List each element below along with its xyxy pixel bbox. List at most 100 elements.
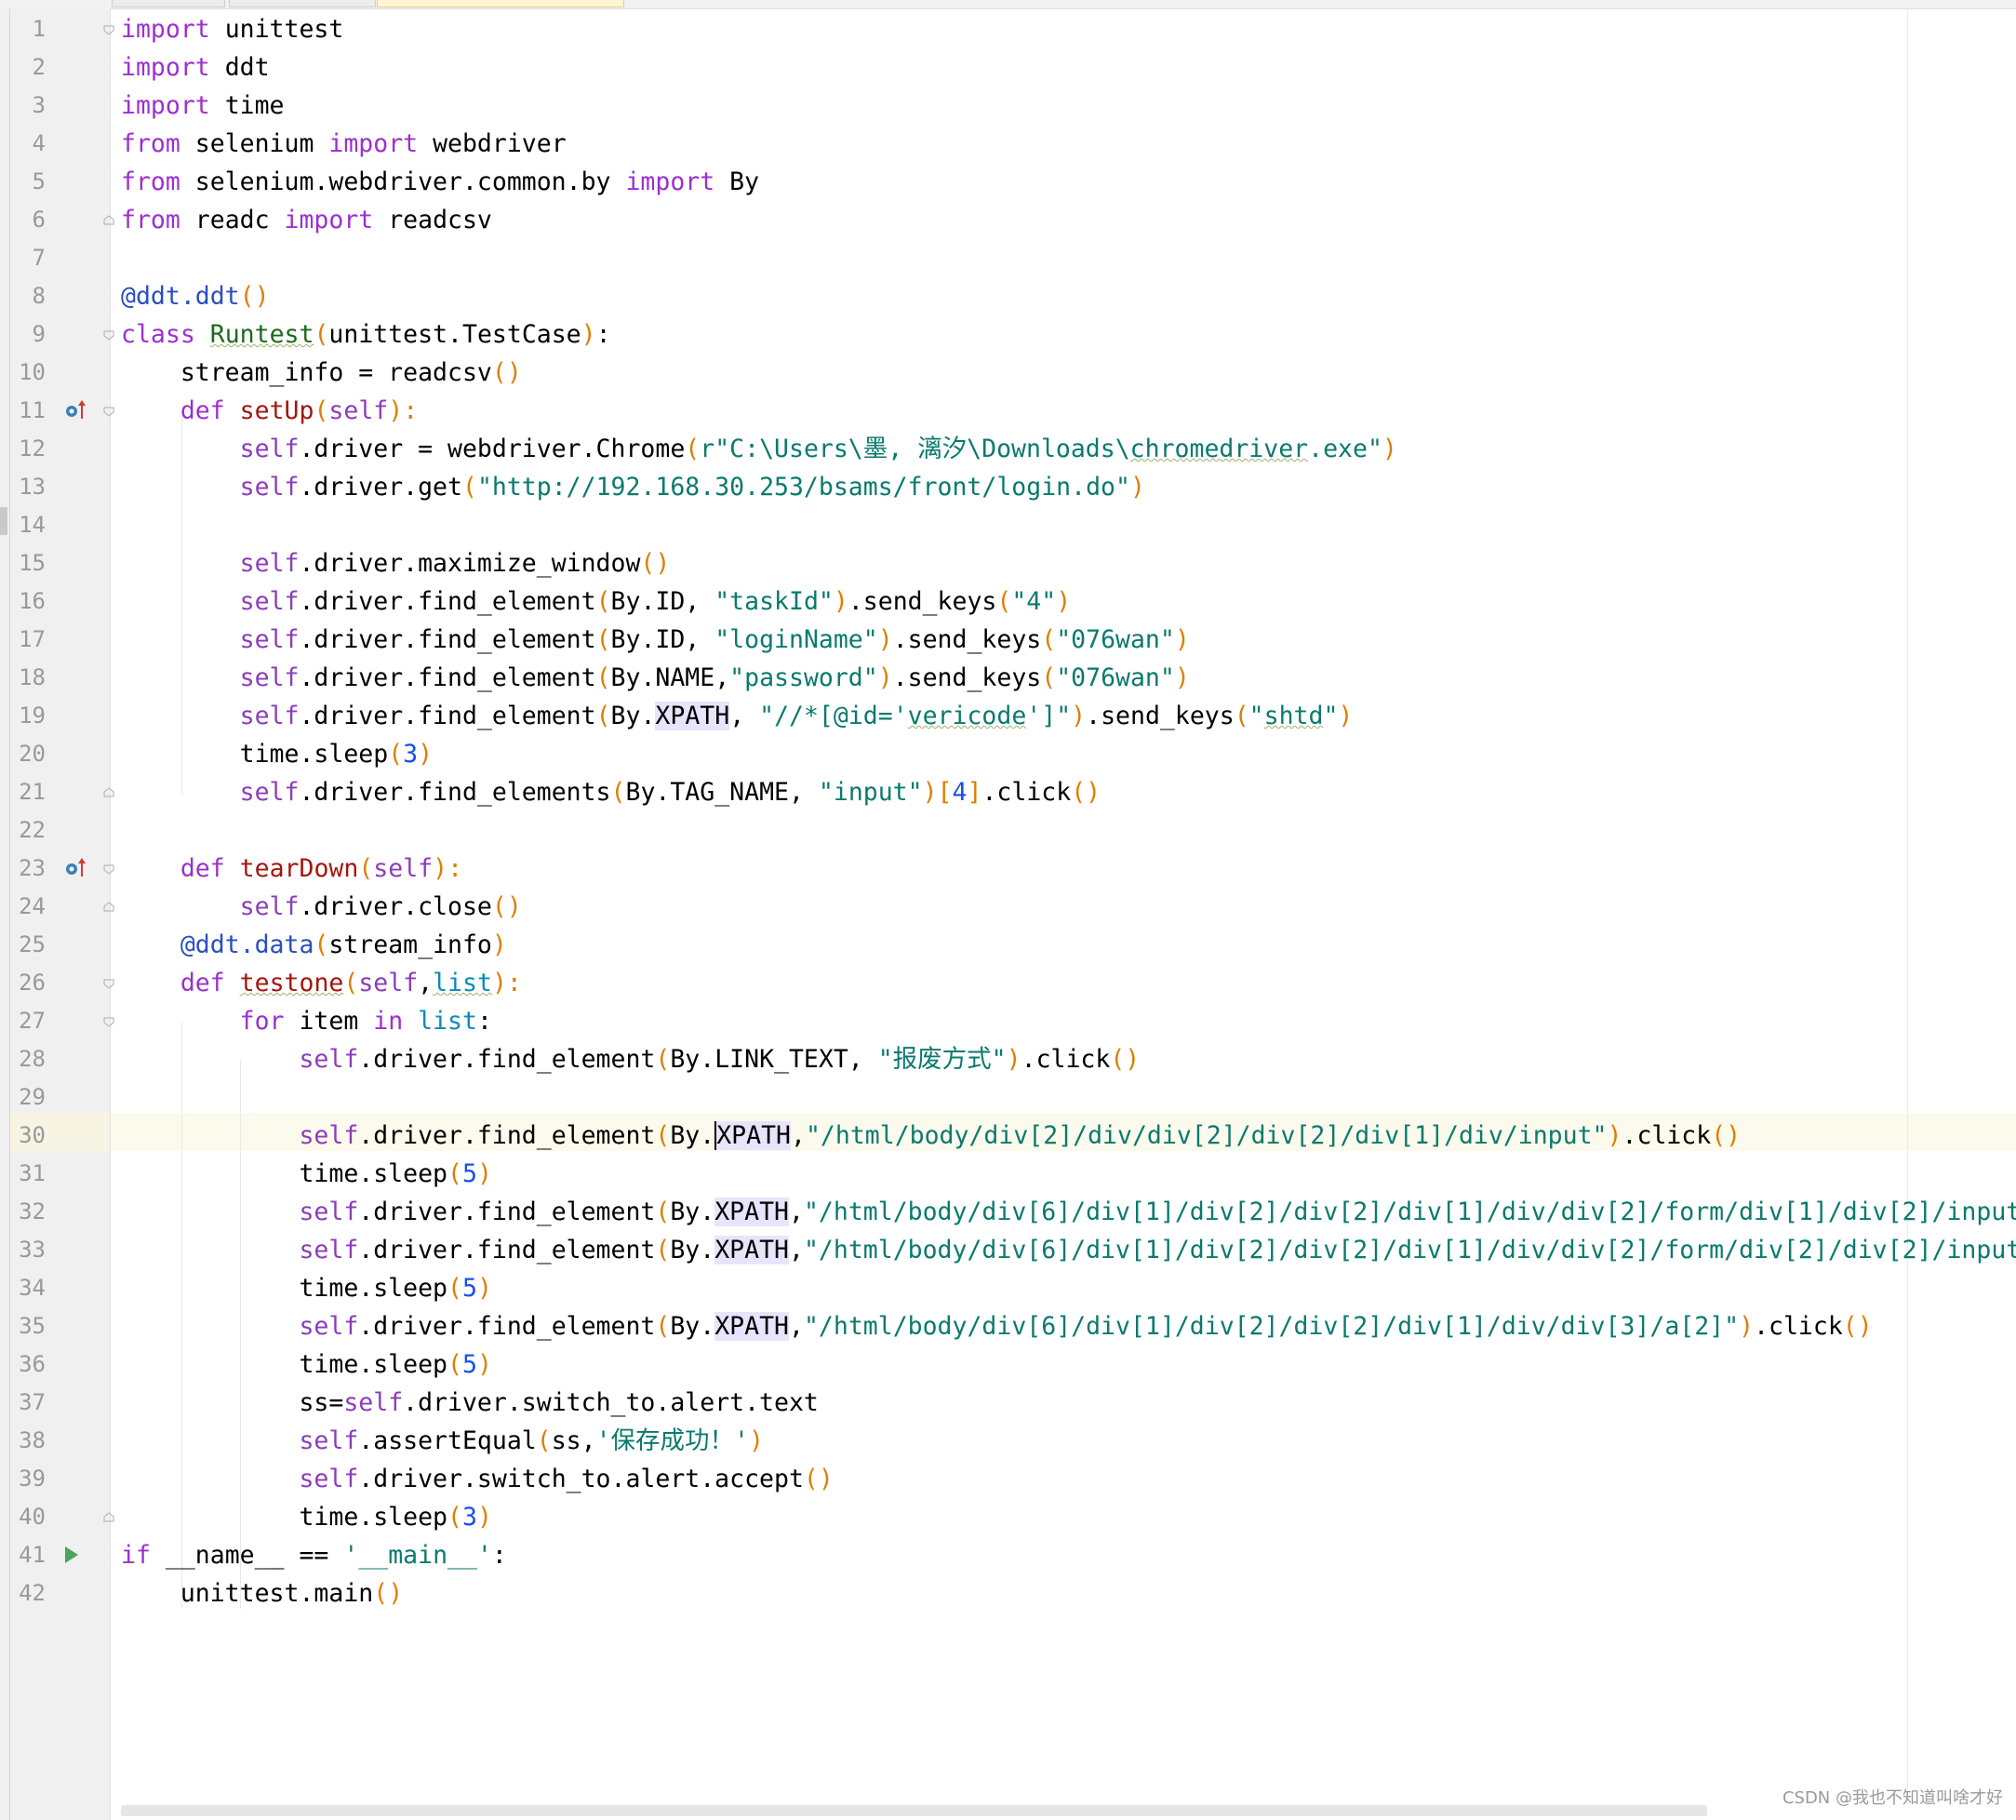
run-icon[interactable] xyxy=(63,1545,80,1569)
line-number: 20 xyxy=(19,741,46,767)
code-line[interactable]: from selenium import webdriver xyxy=(121,125,567,163)
fold-icon[interactable] xyxy=(102,214,114,225)
text-caret: XPATH xyxy=(714,1121,791,1150)
line-number: 8 xyxy=(32,283,46,309)
line-number: 37 xyxy=(19,1389,46,1415)
code-row: 6 from readc import readcsv xyxy=(0,201,2016,239)
code-line[interactable]: def setUp(self): xyxy=(121,392,418,430)
code-line[interactable]: self.driver.close() xyxy=(121,888,522,926)
line-number: 24 xyxy=(19,893,46,919)
fold-icon[interactable] xyxy=(102,23,114,35)
code-line[interactable]: class Runtest(unittest.TestCase): xyxy=(121,315,611,354)
code-line[interactable]: import unittest xyxy=(121,10,343,48)
code-line[interactable]: ss=self.driver.switch_to.alert.text xyxy=(121,1384,818,1422)
code-row: 13 self.driver.get("http://192.168.30.25… xyxy=(0,468,2016,506)
fold-icon[interactable] xyxy=(102,405,114,417)
code-line[interactable]: def testone(self,list): xyxy=(121,964,522,1002)
code-row: 25 @ddt.data(stream_info) xyxy=(0,926,2016,964)
code-line[interactable]: self.driver.get("http://192.168.30.253/b… xyxy=(121,468,1145,506)
code-row: 2 import ddt xyxy=(0,48,2016,87)
code-line[interactable]: import time xyxy=(121,87,285,125)
fold-icon[interactable] xyxy=(102,863,114,875)
line-number: 1 xyxy=(32,16,46,42)
code-row: 39 self.driver.switch_to.alert.accept() xyxy=(0,1460,2016,1498)
code-row: 9 class Runtest(unittest.TestCase): xyxy=(0,315,2016,354)
code-line[interactable]: stream_info = readcsv() xyxy=(121,354,522,392)
horizontal-scrollbar[interactable] xyxy=(121,1805,1707,1816)
code-line[interactable]: time.sleep(3) xyxy=(121,735,433,773)
code-line[interactable]: @ddt.data(stream_info) xyxy=(121,926,507,964)
line-number: 10 xyxy=(19,359,46,385)
code-line[interactable]: self.driver.find_element(By.XPATH, "//*[… xyxy=(121,697,1353,735)
line-number: 23 xyxy=(19,855,46,881)
code-line[interactable]: self.driver.maximize_window() xyxy=(121,544,671,582)
code-row: 11 def setUp(self): xyxy=(0,392,2016,430)
editor-tab[interactable] xyxy=(229,0,376,7)
line-number: 12 xyxy=(19,435,46,462)
code-line[interactable]: for item in list: xyxy=(121,1002,492,1040)
override-up-icon[interactable] xyxy=(63,856,87,884)
line-number: 32 xyxy=(19,1198,46,1224)
code-row: 16 self.driver.find_element(By.ID, "task… xyxy=(0,582,2016,621)
code-line[interactable]: if __name__ == '__main__': xyxy=(121,1536,507,1574)
line-number: 41 xyxy=(19,1542,46,1568)
line-number: 39 xyxy=(19,1465,46,1492)
code-row: 12 self.driver = webdriver.Chrome(r"C:\U… xyxy=(0,430,2016,468)
code-line[interactable]: self.driver.switch_to.alert.accept() xyxy=(121,1460,833,1498)
code-line[interactable]: time.sleep(5) xyxy=(121,1345,491,1384)
line-number: 18 xyxy=(19,664,46,690)
code-line[interactable]: time.sleep(3) xyxy=(121,1498,491,1536)
code-line[interactable]: self.driver.find_element(By.NAME,"passwo… xyxy=(121,659,1190,697)
code-row: 14 xyxy=(0,506,2016,544)
line-number: 34 xyxy=(19,1275,46,1301)
line-number: 40 xyxy=(19,1504,46,1530)
code-line[interactable]: from readc import readcsv xyxy=(121,201,492,239)
code-line[interactable]: self.driver.find_element(By.XPATH,"/html… xyxy=(121,1117,1741,1155)
code-line[interactable]: self.driver.find_element(By.ID, "taskId"… xyxy=(121,582,1072,621)
code-row: 31 time.sleep(5) xyxy=(0,1155,2016,1193)
fold-icon[interactable] xyxy=(102,786,114,797)
line-number: 5 xyxy=(32,168,46,194)
code-row: 3 import time xyxy=(0,87,2016,125)
line-number: 31 xyxy=(19,1160,46,1186)
fold-icon[interactable] xyxy=(102,901,114,912)
code-row: 5 from selenium.webdriver.common.by impo… xyxy=(0,163,2016,201)
code-line[interactable]: self.driver.find_element(By.LINK_TEXT, "… xyxy=(121,1040,1140,1078)
code-line[interactable]: time.sleep(5) xyxy=(121,1269,491,1307)
code-line[interactable]: self.driver.find_element(By.XPATH,"/html… xyxy=(121,1307,1873,1345)
code-line[interactable]: from selenium.webdriver.common.by import… xyxy=(121,163,759,201)
override-up-icon[interactable] xyxy=(63,398,87,426)
code-row: 21 self.driver.find_elements(By.TAG_NAME… xyxy=(0,773,2016,811)
fold-icon[interactable] xyxy=(102,1015,114,1027)
code-line[interactable]: self.driver.find_elements(By.TAG_NAME, "… xyxy=(121,773,1101,811)
line-number: 30 xyxy=(19,1122,46,1148)
line-number: 15 xyxy=(19,550,46,576)
fold-icon[interactable] xyxy=(102,328,114,341)
line-number: 11 xyxy=(19,397,46,423)
line-number: 4 xyxy=(32,130,46,156)
code-row: 20 time.sleep(3) xyxy=(0,735,2016,773)
code-row: 15 self.driver.maximize_window() xyxy=(0,544,2016,582)
code-row: 42 unittest.main() xyxy=(0,1574,2016,1613)
line-number: 16 xyxy=(19,588,46,614)
code-line[interactable]: def tearDown(self): xyxy=(121,850,462,888)
code-line[interactable]: unittest.main() xyxy=(121,1574,403,1613)
code-line[interactable]: @ddt.ddt() xyxy=(121,277,270,315)
code-row: 34 time.sleep(5) xyxy=(0,1269,2016,1307)
line-number: 21 xyxy=(19,779,46,805)
line-number: 25 xyxy=(19,931,46,957)
code-line[interactable]: self.assertEqual(ss,'保存成功！') xyxy=(121,1422,764,1460)
code-line[interactable]: self.driver.find_element(By.XPATH,"/html… xyxy=(121,1193,2016,1231)
code-line[interactable]: import ddt xyxy=(121,48,270,87)
code-line[interactable]: self.driver.find_element(By.XPATH,"/html… xyxy=(121,1231,2016,1269)
code-line[interactable]: time.sleep(5) xyxy=(121,1155,491,1193)
code-line[interactable]: self.driver.find_element(By.ID, "loginNa… xyxy=(121,621,1190,659)
fold-icon[interactable] xyxy=(102,977,114,989)
editor-tab-active[interactable] xyxy=(377,0,624,7)
code-line[interactable]: self.driver = webdriver.Chrome(r"C:\User… xyxy=(121,430,1397,468)
editor-tab[interactable] xyxy=(112,0,225,7)
fold-icon[interactable] xyxy=(102,1511,114,1522)
line-number: 29 xyxy=(19,1084,46,1110)
code-row: 32 self.driver.find_element(By.XPATH,"/h… xyxy=(0,1193,2016,1231)
code-row: 19 self.driver.find_element(By.XPATH, "/… xyxy=(0,697,2016,735)
